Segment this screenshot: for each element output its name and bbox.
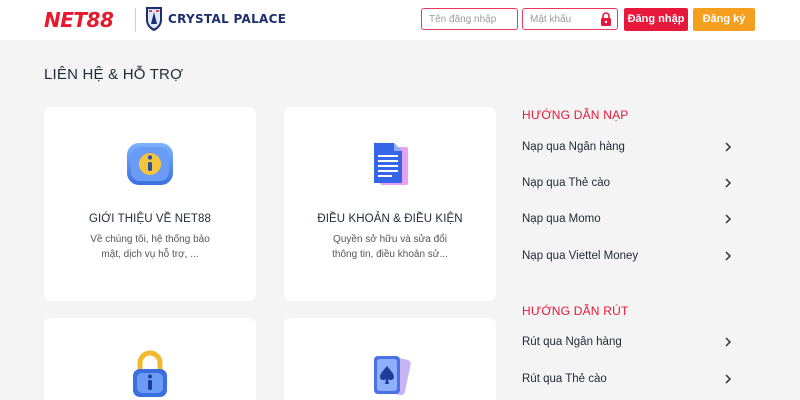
menu-item-label: Nạp qua Momo <box>522 213 601 225</box>
net88-logo[interactable]: NET88 <box>44 8 114 32</box>
deposit-bank-link[interactable]: Nạp qua Ngân hàng <box>522 137 738 157</box>
withdraw-card-link[interactable]: Rút qua Thẻ cào <box>522 369 738 389</box>
card-security[interactable] <box>44 318 256 400</box>
deposit-guide-title: HƯỚNG DẪN NẠP <box>522 108 629 122</box>
crystal-palace-crest-icon <box>146 7 162 31</box>
withdraw-guide-title: HƯỚNG DẪN RÚT <box>522 304 629 318</box>
chevron-right-icon <box>725 214 732 224</box>
card-description: Về chúng tôi, hệ thống bảo mật, dịch vụ … <box>90 234 210 260</box>
register-button[interactable]: Đăng ký <box>693 8 755 31</box>
lock-icon <box>601 12 611 26</box>
username-input[interactable] <box>421 8 518 30</box>
withdraw-bank-link[interactable]: Rút qua Ngân hàng <box>522 332 738 352</box>
menu-item-label: Nạp qua Viettel Money <box>522 250 639 262</box>
chevron-right-icon <box>725 142 732 152</box>
card-title: ĐIỀU KHOẢN & ĐIỀU KIỆN <box>317 213 463 225</box>
deposit-card-link[interactable]: Nạp qua Thẻ cào <box>522 173 738 193</box>
menu-item-label: Rút qua Thẻ cào <box>522 373 607 385</box>
chevron-right-icon <box>725 251 732 261</box>
menu-item-label: Rút qua Ngân hàng <box>522 336 622 348</box>
chevron-right-icon <box>725 337 732 347</box>
deposit-viettel-link[interactable]: Nạp qua Viettel Money <box>522 246 738 266</box>
logo-divider <box>135 8 136 32</box>
menu-item-label: Nạp qua Thẻ cào <box>522 177 611 189</box>
deposit-momo-link[interactable]: Nạp qua Momo <box>522 209 738 229</box>
card-games[interactable] <box>284 318 496 400</box>
menu-item-label: Nạp qua Ngân hàng <box>522 141 625 153</box>
card-title: GIỚI THIỆU VỀ NET88 <box>88 213 212 225</box>
login-button[interactable]: Đăng nhập <box>624 8 688 31</box>
card-terms[interactable]: ĐIỀU KHOẢN & ĐIỀU KIỆN Quyền sở hữu và s… <box>284 107 496 301</box>
info-chat-icon <box>127 143 173 185</box>
card-about[interactable]: GIỚI THIỆU VỀ NET88 Về chúng tôi, hệ thố… <box>44 107 256 301</box>
document-icon <box>374 143 408 185</box>
chevron-right-icon <box>725 178 732 188</box>
page-title: LIÊN HỆ & HỖ TRỢ <box>44 66 184 83</box>
playing-cards-icon <box>374 356 411 396</box>
chevron-right-icon <box>725 374 732 384</box>
crystal-palace-text: CRYSTAL PALACE <box>168 12 287 26</box>
card-description: Quyền sở hữu và sửa đổi thông tin, điều … <box>332 234 448 260</box>
header: NET88 CRYSTAL PALACE Đăng nhập Đăng ký <box>0 0 800 40</box>
lock-info-icon <box>133 350 167 397</box>
